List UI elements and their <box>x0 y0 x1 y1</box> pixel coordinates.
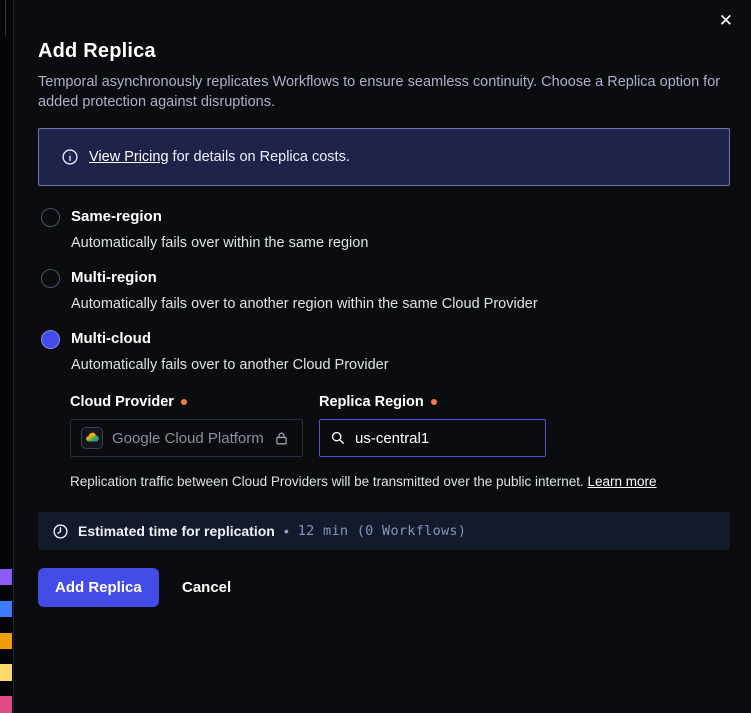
cloud-provider-value: Google Cloud Platform <box>112 430 264 447</box>
backdrop-stripe <box>0 664 12 681</box>
radio-multi-region[interactable] <box>41 269 60 288</box>
estimate-value: 12 min (0 Workflows) <box>298 523 467 539</box>
learn-more-link[interactable]: Learn more <box>588 474 657 489</box>
option-description: Automatically fails over to another Clou… <box>71 357 389 374</box>
backdrop-stripe <box>0 601 12 617</box>
option-multi-cloud[interactable]: Multi-cloud Automatically fails over to … <box>41 329 389 374</box>
required-dot <box>431 399 437 405</box>
option-label: Same-region <box>71 207 368 226</box>
add-replica-button[interactable]: Add Replica <box>38 568 159 607</box>
backdrop-divider-line <box>5 0 6 36</box>
backdrop-stripe <box>0 696 12 713</box>
clock-icon <box>52 523 69 540</box>
info-icon <box>61 148 79 166</box>
backdrop-stripe <box>0 569 12 585</box>
replica-region-combobox[interactable] <box>319 419 546 457</box>
estimate-banner: Estimated time for replication • 12 min … <box>38 512 730 550</box>
backdrop-stripe <box>0 633 12 649</box>
cloud-provider-select[interactable]: Google Cloud Platform <box>70 419 303 457</box>
cancel-button[interactable]: Cancel <box>174 568 239 607</box>
radio-multi-cloud[interactable] <box>41 330 60 349</box>
cloud-provider-label: Cloud Provider <box>70 394 187 410</box>
option-label: Multi-cloud <box>71 329 389 348</box>
add-replica-modal: ✕ Add Replica Temporal asynchronously re… <box>13 0 751 713</box>
estimate-label: Estimated time for replication <box>78 523 275 539</box>
modal-description: Temporal asynchronously replicates Workf… <box>38 72 728 112</box>
option-multi-region[interactable]: Multi-region Automatically fails over to… <box>41 268 538 313</box>
close-button[interactable]: ✕ <box>713 6 739 35</box>
pricing-banner: View Pricing for details on Replica cost… <box>38 128 730 186</box>
public-internet-note: Replication traffic between Cloud Provid… <box>70 474 657 489</box>
page-title: Add Replica <box>38 40 156 63</box>
search-icon <box>330 430 346 446</box>
replica-region-label: Replica Region <box>319 394 437 410</box>
option-description: Automatically fails over within the same… <box>71 235 368 252</box>
option-same-region[interactable]: Same-region Automatically fails over wit… <box>41 207 368 252</box>
view-pricing-link[interactable]: View Pricing <box>89 149 169 165</box>
radio-same-region[interactable] <box>41 208 60 227</box>
estimate-separator: • <box>284 523 289 539</box>
lock-icon <box>273 430 290 447</box>
gcp-logo-icon <box>81 427 103 449</box>
replica-region-input[interactable] <box>355 430 535 447</box>
option-description: Automatically fails over to another regi… <box>71 296 538 313</box>
required-dot <box>181 399 187 405</box>
pricing-banner-text: View Pricing for details on Replica cost… <box>89 149 350 165</box>
option-label: Multi-region <box>71 268 538 287</box>
